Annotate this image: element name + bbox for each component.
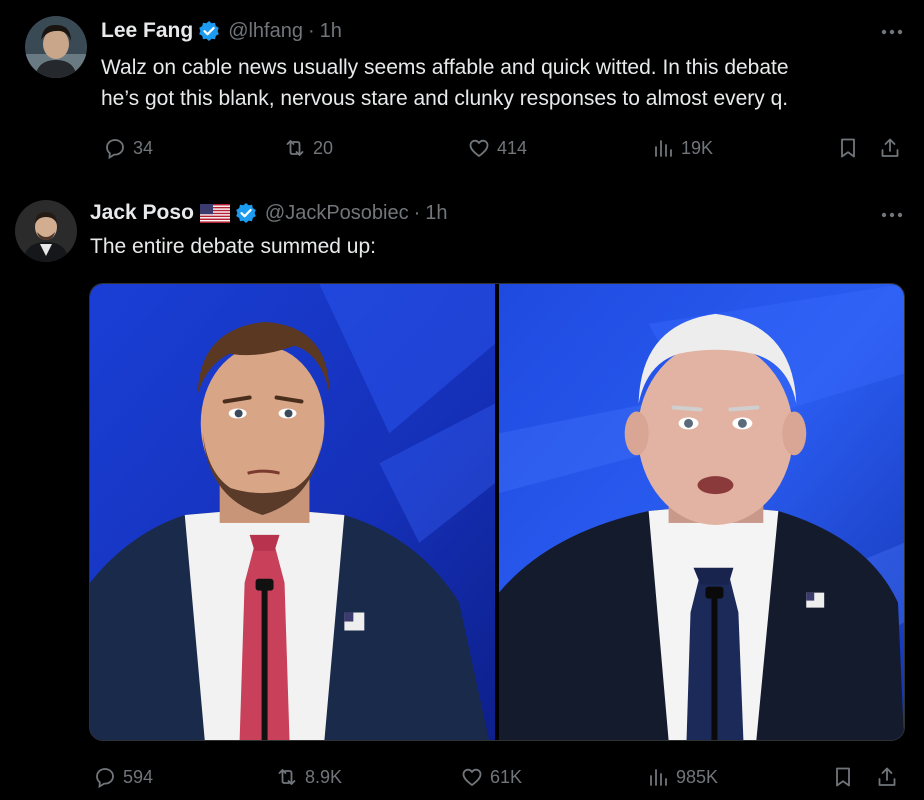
repost-button[interactable]: 8.9K: [275, 762, 342, 792]
repost-count: 20: [313, 137, 334, 158]
views-button[interactable]: 19K: [651, 133, 713, 163]
views-count: 985K: [676, 766, 719, 787]
tweet-actions: 594 8.9K 61K 985K: [0, 762, 924, 792]
tweet-text-line: Walz on cable news usually seems affable…: [101, 56, 789, 79]
views-count: 19K: [681, 137, 714, 158]
views-icon: [650, 769, 667, 786]
reply-icon: [96, 768, 114, 789]
like-button[interactable]: 414: [467, 133, 527, 163]
bookmark-button[interactable]: [836, 133, 860, 163]
views-icon: [655, 140, 672, 157]
views-button[interactable]: 985K: [646, 762, 718, 792]
like-button[interactable]: 61K: [460, 762, 522, 792]
author-name[interactable]: Jack Poso: [90, 201, 194, 225]
reply-count: 34: [133, 137, 154, 158]
share-button[interactable]: [878, 133, 902, 163]
separator-dot: ·: [307, 19, 315, 42]
repost-button[interactable]: 20: [283, 133, 333, 163]
reply-button[interactable]: 34: [103, 133, 153, 163]
share-icon: [878, 767, 896, 786]
heart-icon: [462, 768, 482, 786]
timestamp[interactable]: 1h: [320, 20, 342, 43]
repost-icon: [286, 140, 304, 156]
bookmark-icon: [836, 767, 850, 787]
like-count: 414: [497, 137, 528, 158]
bookmark-button[interactable]: [831, 762, 855, 792]
separator-dot: ·: [413, 201, 421, 224]
tweet-text: Walz on cable news usually seems affable…: [101, 52, 901, 114]
tweet-text-line: The entire debate summed up:: [90, 235, 377, 258]
author-handle[interactable]: @lhfang: [228, 20, 303, 43]
more-icon[interactable]: [878, 22, 906, 42]
author-handle[interactable]: @JackPosobiec: [265, 202, 409, 225]
tweet-lee-fang[interactable]: Lee Fang @lhfang · 1h Walz on cable news…: [0, 0, 924, 185]
share-icon: [881, 138, 899, 157]
verified-badge-icon[interactable]: [235, 202, 257, 224]
avatar-lee-fang[interactable]: [25, 16, 87, 78]
tweet-actions: 34 20 414 19K: [0, 133, 924, 163]
more-icon[interactable]: [878, 205, 906, 225]
verified-badge-icon[interactable]: [198, 20, 220, 42]
author-name[interactable]: Lee Fang: [101, 19, 193, 43]
reply-count: 594: [123, 766, 154, 787]
us-flag-icon: [199, 203, 230, 223]
reply-icon: [106, 139, 124, 160]
repost-count: 8.9K: [305, 766, 343, 787]
tweet-text: The entire debate summed up:: [90, 231, 890, 262]
heart-icon: [469, 139, 489, 157]
timestamp[interactable]: 1h: [425, 202, 447, 225]
bookmark-icon: [841, 138, 855, 158]
reply-button[interactable]: 594: [93, 762, 153, 792]
avatar-jack-poso[interactable]: [15, 200, 77, 262]
tweet-text-line: he’s got this blank, nervous stare and c…: [101, 87, 789, 110]
repost-icon: [278, 769, 296, 785]
tweet-media-image[interactable]: [89, 283, 905, 741]
share-button[interactable]: [875, 762, 899, 792]
like-count: 61K: [490, 766, 523, 787]
